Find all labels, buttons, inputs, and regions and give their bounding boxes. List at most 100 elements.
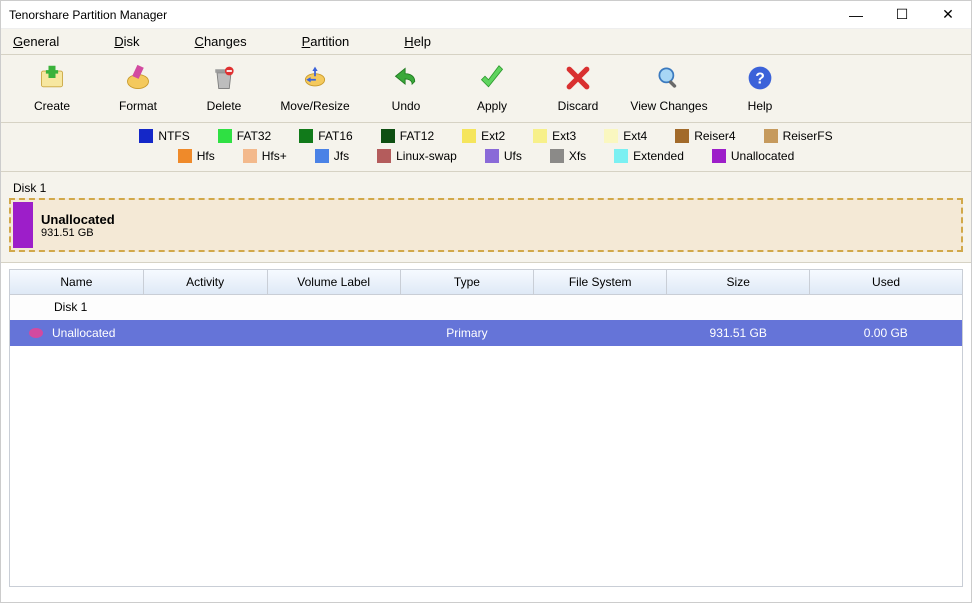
cell-size: 931.51 GB (667, 320, 810, 346)
window-controls: — ☐ ✕ (833, 1, 971, 29)
legend-label: FAT16 (318, 129, 352, 143)
legend-label: Jfs (334, 149, 349, 163)
format-label: Format (119, 99, 157, 113)
legend-swatch (178, 149, 192, 163)
format-button[interactable]: Format (95, 60, 181, 117)
disk-partition-info[interactable]: Unallocated 931.51 GB (33, 202, 959, 248)
legend-ext2: Ext2 (462, 129, 505, 143)
legend-swatch (614, 149, 628, 163)
legend-label: Ext3 (552, 129, 576, 143)
legend-swatch (764, 129, 778, 143)
create-button[interactable]: Create (9, 60, 95, 117)
legend-ntfs: NTFS (139, 129, 189, 143)
legend-label: Ext4 (623, 129, 647, 143)
window-title: Tenorshare Partition Manager (9, 8, 833, 22)
help-label: Help (748, 99, 773, 113)
disk-bar: Unallocated 931.51 GB (13, 202, 959, 248)
disk-frame[interactable]: Unallocated 931.51 GB (9, 198, 963, 252)
undo-label: Undo (392, 99, 421, 113)
cell-volume_label (267, 320, 400, 346)
delete-icon (210, 64, 238, 95)
legend-label: Unallocated (731, 149, 794, 163)
menu-disk[interactable]: Disk (114, 34, 139, 49)
legend-ufs: Ufs (485, 149, 522, 163)
legend-xfs: Xfs (550, 149, 586, 163)
cell-activity (143, 320, 267, 346)
delete-button[interactable]: Delete (181, 60, 267, 117)
disk-title: Disk 1 (9, 178, 963, 198)
legend-label: Reiser4 (694, 129, 735, 143)
menu-partition[interactable]: Partition (302, 34, 350, 49)
view-changes-label: View Changes (630, 99, 707, 113)
legend-swatch (377, 149, 391, 163)
legend-swatch (381, 129, 395, 143)
col-activity[interactable]: Activity (143, 270, 267, 294)
disk-row-name: Disk 1 (10, 294, 962, 320)
view-changes-icon (655, 64, 683, 95)
legend-swatch (299, 129, 313, 143)
table-disk-row[interactable]: Disk 1 (10, 294, 962, 320)
legend-ext4: Ext4 (604, 129, 647, 143)
cell-name: Unallocated (52, 326, 115, 340)
partition-size: 931.51 GB (41, 227, 951, 239)
help-button[interactable]: ? Help (717, 60, 803, 117)
legend-row-2: HfsHfs+JfsLinux-swapUfsXfsExtendedUnallo… (178, 149, 795, 163)
minimize-button[interactable]: — (833, 1, 879, 29)
maximize-button[interactable]: ☐ (879, 1, 925, 29)
legend-swatch (712, 149, 726, 163)
legend-label: NTFS (158, 129, 189, 143)
legend-fat16: FAT16 (299, 129, 352, 143)
undo-button[interactable]: Undo (363, 60, 449, 117)
col-used[interactable]: Used (810, 270, 962, 294)
legend-hfs: Hfs (178, 149, 215, 163)
legend-swatch (485, 149, 499, 163)
apply-label: Apply (477, 99, 507, 113)
col-fs[interactable]: File System (534, 270, 667, 294)
menu-changes[interactable]: Changes (195, 34, 247, 49)
legend-label: Extended (633, 149, 684, 163)
cell-file_system (534, 320, 667, 346)
format-icon (124, 64, 152, 95)
legend-fat12: FAT12 (381, 129, 434, 143)
undo-icon (392, 64, 420, 95)
table-header: Name Activity Volume Label Type File Sys… (10, 270, 962, 294)
legend-swatch (533, 129, 547, 143)
menu-help[interactable]: Help (404, 34, 431, 49)
col-volume[interactable]: Volume Label (267, 270, 400, 294)
filesystem-legend: NTFSFAT32FAT16FAT12Ext2Ext3Ext4Reiser4Re… (1, 123, 971, 172)
discard-label: Discard (558, 99, 599, 113)
col-size[interactable]: Size (667, 270, 810, 294)
legend-fat32: FAT32 (218, 129, 271, 143)
legend-label: Ext2 (481, 129, 505, 143)
move-resize-icon (301, 64, 329, 95)
col-type[interactable]: Type (400, 270, 533, 294)
table-empty-area (10, 346, 962, 586)
toolbar: Create Format Delete Move/Resize Undo Ap… (1, 55, 971, 123)
legend-hfs-: Hfs+ (243, 149, 287, 163)
discard-button[interactable]: Discard (535, 60, 621, 117)
discard-icon (564, 64, 592, 95)
move-resize-label: Move/Resize (280, 99, 349, 113)
partition-table-area: Name Activity Volume Label Type File Sys… (1, 263, 971, 602)
titlebar: Tenorshare Partition Manager — ☐ ✕ (1, 1, 971, 29)
table-row[interactable]: UnallocatedPrimary931.51 GB0.00 GB (10, 320, 962, 346)
partition-table: Name Activity Volume Label Type File Sys… (10, 270, 962, 346)
menu-general-rest: eneral (23, 34, 59, 49)
legend-swatch (218, 129, 232, 143)
legend-swatch (675, 129, 689, 143)
apply-button[interactable]: Apply (449, 60, 535, 117)
legend-row-1: NTFSFAT32FAT16FAT12Ext2Ext3Ext4Reiser4Re… (139, 129, 832, 143)
col-name[interactable]: Name (10, 270, 143, 294)
view-changes-button[interactable]: View Changes (621, 60, 717, 117)
legend-label: Xfs (569, 149, 586, 163)
disk-visual-area: Disk 1 Unallocated 931.51 GB (1, 172, 971, 263)
apply-icon (478, 64, 506, 95)
menu-general[interactable]: General (13, 34, 59, 49)
close-button[interactable]: ✕ (925, 1, 971, 29)
move-resize-button[interactable]: Move/Resize (267, 60, 363, 117)
legend-unallocated: Unallocated (712, 149, 794, 163)
create-icon (38, 64, 66, 95)
help-icon: ? (746, 64, 774, 95)
disk-partition-block[interactable] (13, 202, 33, 248)
legend-swatch (604, 129, 618, 143)
